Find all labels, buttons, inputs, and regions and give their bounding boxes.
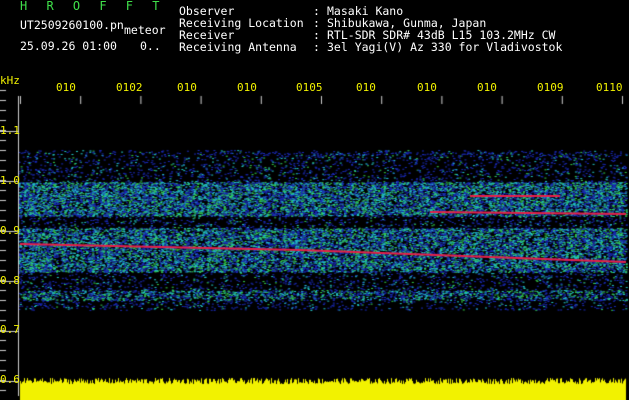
- freq-label: 1.0: [0, 174, 20, 187]
- minute-label: 010: [417, 81, 437, 94]
- freq-label: 0.6: [0, 373, 20, 386]
- axis-unit: kHz: [0, 74, 20, 87]
- freq-label: 0.9: [0, 224, 20, 237]
- freq-label: 0.8: [0, 274, 20, 287]
- minute-label: 010: [356, 81, 376, 94]
- minute-label: 010: [237, 81, 257, 94]
- freq-label: 1.1: [0, 124, 20, 137]
- minute-label: 010: [177, 81, 197, 94]
- minute-label: 0109: [537, 81, 564, 94]
- date-time: 25.09.26 01:00: [20, 39, 117, 53]
- minute-label: 0102: [116, 81, 143, 94]
- extra-value: 0..: [140, 39, 161, 53]
- freq-label: 0.7: [0, 323, 20, 336]
- minute-label: 010: [56, 81, 76, 94]
- filename-suffix: meteor: [124, 23, 166, 37]
- minute-label: 0105: [296, 81, 323, 94]
- minute-label: 0110: [596, 81, 623, 94]
- antenna-label: Receiving Antenna: [179, 40, 297, 54]
- filename: UT2509260100.pn: [20, 18, 124, 32]
- antenna-colon: :: [313, 40, 320, 54]
- spectrogram-canvas: [0, 0, 629, 400]
- antenna-value: 3el Yagi(V) Az 330 for Vladivostok: [327, 40, 563, 54]
- app-title: H R O F F T: [20, 0, 166, 13]
- minute-label: 010: [477, 81, 497, 94]
